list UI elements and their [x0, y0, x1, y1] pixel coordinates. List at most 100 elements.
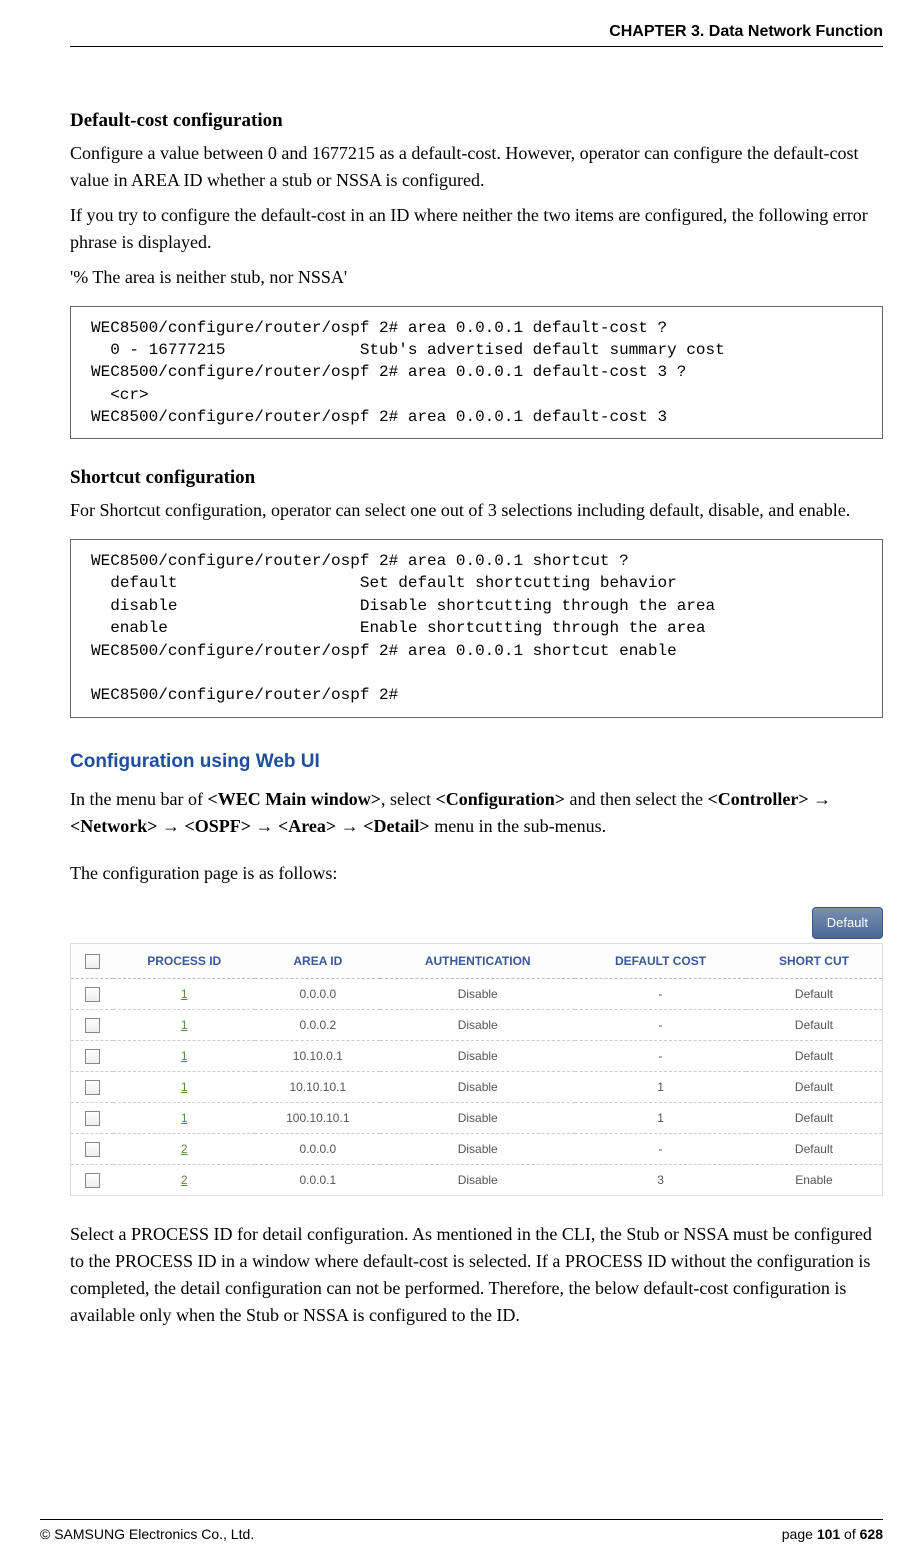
header-authentication: AUTHENTICATION — [380, 943, 575, 978]
area-id-cell: 10.10.10.1 — [255, 1071, 380, 1102]
paragraph: For Shortcut configuration, operator can… — [70, 497, 883, 524]
default-cost-cell: - — [575, 978, 746, 1009]
header-short-cut: SHORT CUT — [746, 943, 883, 978]
menu-ref: <OSPF> — [185, 816, 252, 836]
page-sep: of — [840, 1526, 859, 1542]
ospf-area-table: PROCESS ID AREA ID AUTHENTICATION DEFAUL… — [70, 943, 883, 1196]
row-checkbox-cell[interactable] — [71, 1071, 114, 1102]
short-cut-cell: Default — [746, 978, 883, 1009]
code-block-default-cost: WEC8500/configure/router/ospf 2# area 0.… — [70, 306, 883, 440]
default-cost-cell: 3 — [575, 1164, 746, 1195]
web-ui-heading: Configuration using Web UI — [70, 748, 883, 777]
paragraph: The configuration page is as follows: — [70, 860, 883, 887]
checkbox-icon[interactable] — [85, 1018, 100, 1033]
paragraph: If you try to configure the default-cost… — [70, 202, 883, 256]
page-prefix: page — [782, 1526, 817, 1542]
row-checkbox-cell[interactable] — [71, 978, 114, 1009]
checkbox-icon[interactable] — [85, 1080, 100, 1095]
row-checkbox-cell[interactable] — [71, 1009, 114, 1040]
short-cut-cell: Default — [746, 1071, 883, 1102]
table-row: 20.0.0.1Disable3Enable — [71, 1164, 883, 1195]
page-footer: © SAMSUNG Electronics Co., Ltd. page 101… — [40, 1519, 883, 1545]
text: and then select the — [565, 789, 707, 809]
area-id-cell: 0.0.0.1 — [255, 1164, 380, 1195]
area-id-cell: 10.10.0.1 — [255, 1040, 380, 1071]
default-cost-cell: 1 — [575, 1071, 746, 1102]
header-default-cost: DEFAULT COST — [575, 943, 746, 978]
checkbox-icon[interactable] — [85, 1111, 100, 1126]
table-row: 110.10.0.1Disable-Default — [71, 1040, 883, 1071]
text: menu in the sub-menus. — [430, 816, 606, 836]
row-checkbox-cell[interactable] — [71, 1040, 114, 1071]
checkbox-icon[interactable] — [85, 1142, 100, 1157]
checkbox-icon[interactable] — [85, 987, 100, 1002]
short-cut-cell: Enable — [746, 1164, 883, 1195]
paragraph: In the menu bar of <WEC Main window>, se… — [70, 786, 883, 840]
paragraph: Select a PROCESS ID for detail configura… — [70, 1221, 883, 1329]
header-process-id: PROCESS ID — [113, 943, 255, 978]
default-cost-cell: 1 — [575, 1102, 746, 1133]
paragraph: '% The area is neither stub, nor NSSA' — [70, 264, 883, 291]
config-table-container: Default PROCESS ID AREA ID AUTHENTICATIO… — [70, 907, 883, 1196]
table-row: 110.10.10.1Disable1Default — [71, 1071, 883, 1102]
code-block-shortcut: WEC8500/configure/router/ospf 2# area 0.… — [70, 539, 883, 718]
process-id-link[interactable]: 2 — [113, 1133, 255, 1164]
short-cut-cell: Default — [746, 1133, 883, 1164]
menu-ref: <Configuration> — [435, 789, 565, 809]
arrow: → — [251, 816, 278, 836]
default-cost-cell: - — [575, 1040, 746, 1071]
table-row: 1100.10.10.1Disable1Default — [71, 1102, 883, 1133]
process-id-link[interactable]: 1 — [113, 1102, 255, 1133]
process-id-link[interactable]: 1 — [113, 1071, 255, 1102]
table-row: 10.0.0.2Disable-Default — [71, 1009, 883, 1040]
authentication-cell: Disable — [380, 1102, 575, 1133]
section-title-default-cost: Default-cost configuration — [70, 107, 883, 136]
short-cut-cell: Default — [746, 1009, 883, 1040]
authentication-cell: Disable — [380, 1133, 575, 1164]
process-id-link[interactable]: 1 — [113, 1040, 255, 1071]
arrow: → — [158, 816, 185, 836]
row-checkbox-cell[interactable] — [71, 1164, 114, 1195]
text: In the menu bar of — [70, 789, 207, 809]
checkbox-icon[interactable] — [85, 1173, 100, 1188]
authentication-cell: Disable — [380, 1071, 575, 1102]
default-cost-cell: - — [575, 1133, 746, 1164]
authentication-cell: Disable — [380, 1040, 575, 1071]
area-id-cell: 100.10.10.1 — [255, 1102, 380, 1133]
checkbox-icon[interactable] — [85, 954, 100, 969]
process-id-link[interactable]: 2 — [113, 1164, 255, 1195]
area-id-cell: 0.0.0.0 — [255, 1133, 380, 1164]
page-total: 628 — [860, 1526, 883, 1542]
authentication-cell: Disable — [380, 1009, 575, 1040]
paragraph: Configure a value between 0 and 1677215 … — [70, 140, 883, 194]
process-id-link[interactable]: 1 — [113, 978, 255, 1009]
menu-ref: <Controller> — [707, 789, 808, 809]
menu-ref: <Network> — [70, 816, 158, 836]
table-row: 10.0.0.0Disable-Default — [71, 978, 883, 1009]
page-number: page 101 of 628 — [782, 1524, 883, 1545]
arrow: → — [809, 789, 832, 809]
header-checkbox[interactable] — [71, 943, 114, 978]
copyright: © SAMSUNG Electronics Co., Ltd. — [40, 1524, 254, 1545]
short-cut-cell: Default — [746, 1040, 883, 1071]
process-id-link[interactable]: 1 — [113, 1009, 255, 1040]
row-checkbox-cell[interactable] — [71, 1133, 114, 1164]
area-id-cell: 0.0.0.2 — [255, 1009, 380, 1040]
authentication-cell: Disable — [380, 1164, 575, 1195]
table-row: 20.0.0.0Disable-Default — [71, 1133, 883, 1164]
short-cut-cell: Default — [746, 1102, 883, 1133]
menu-ref: <Area> — [278, 816, 336, 836]
arrow: → — [336, 816, 363, 836]
area-id-cell: 0.0.0.0 — [255, 978, 380, 1009]
checkbox-icon[interactable] — [85, 1049, 100, 1064]
default-cost-cell: - — [575, 1009, 746, 1040]
default-button[interactable]: Default — [812, 907, 883, 939]
header-area-id: AREA ID — [255, 943, 380, 978]
menu-ref: <Detail> — [363, 816, 430, 836]
authentication-cell: Disable — [380, 978, 575, 1009]
section-title-shortcut: Shortcut configuration — [70, 464, 883, 493]
menu-ref: <WEC Main window> — [207, 789, 381, 809]
page-header: CHAPTER 3. Data Network Function — [70, 20, 883, 47]
page-current: 101 — [817, 1526, 840, 1542]
row-checkbox-cell[interactable] — [71, 1102, 114, 1133]
